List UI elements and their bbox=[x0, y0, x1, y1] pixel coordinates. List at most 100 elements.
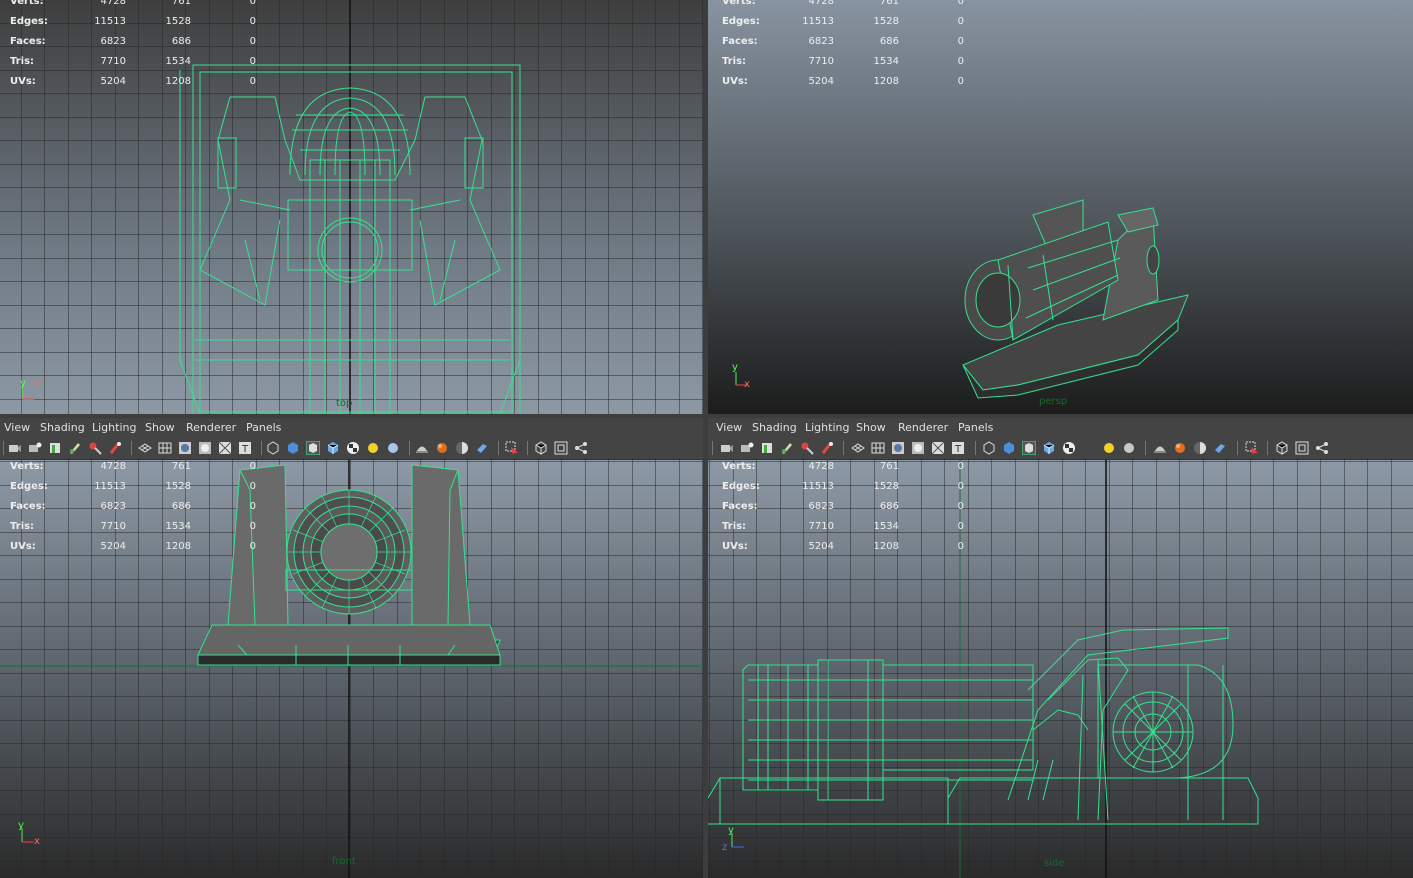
all-lights-icon[interactable] bbox=[386, 441, 400, 455]
shaded-cube-icon[interactable] bbox=[286, 441, 300, 455]
menu-lighting[interactable]: Lighting bbox=[805, 422, 849, 434]
hud-row-edges: Edges: 11513 1528 0 bbox=[708, 15, 978, 35]
grid-icon[interactable] bbox=[158, 441, 172, 455]
hud-value: 7710 bbox=[808, 56, 834, 67]
default-light-icon[interactable] bbox=[1102, 441, 1116, 455]
hud-label: Faces: bbox=[10, 36, 46, 47]
ambient-occlusion-icon[interactable] bbox=[435, 441, 449, 455]
flat-shade-icon[interactable] bbox=[198, 441, 212, 455]
side-view-panel: View Shading Lighting Show Renderer Pane… bbox=[708, 418, 1413, 878]
camera-attributes-icon[interactable] bbox=[720, 441, 734, 455]
hud-value: 0 bbox=[249, 481, 256, 492]
persp-viewport[interactable]: y x persp Verts: 4728 761 0 Edges: 11513 1528… bbox=[708, 0, 1413, 414]
texture-icon[interactable] bbox=[266, 441, 280, 455]
hud-value: 0 bbox=[957, 501, 964, 512]
grease-pencil-icon[interactable] bbox=[68, 441, 82, 455]
smooth-shade-icon[interactable] bbox=[178, 441, 192, 455]
menu-show[interactable]: Show bbox=[856, 422, 886, 434]
wireframe-icon[interactable] bbox=[138, 441, 152, 455]
axis-label-x: x bbox=[744, 379, 750, 390]
bookmark-icon[interactable] bbox=[28, 441, 42, 455]
share-icon[interactable] bbox=[574, 441, 588, 455]
menu-renderer[interactable]: Renderer bbox=[186, 422, 236, 434]
menu-view[interactable]: View bbox=[716, 422, 742, 434]
wireframe-on-shaded-icon[interactable] bbox=[306, 441, 320, 455]
shadows-icon[interactable] bbox=[415, 441, 429, 455]
grid-icon[interactable] bbox=[871, 441, 885, 455]
svg-text:T: T bbox=[954, 444, 962, 455]
axis-label-y: y bbox=[732, 362, 738, 373]
top-viewport[interactable]: y x top Verts: 4728 761 0 Edges: 11513 1528 0 … bbox=[0, 0, 703, 414]
grease-pencil-icon[interactable] bbox=[780, 441, 794, 455]
textured-cube-icon[interactable] bbox=[326, 441, 340, 455]
menu-lighting[interactable]: Lighting bbox=[92, 422, 136, 434]
menu-shading[interactable]: Shading bbox=[752, 422, 797, 434]
xray-icon[interactable]: T bbox=[238, 441, 252, 455]
render-icon[interactable] bbox=[108, 441, 122, 455]
default-light-icon[interactable] bbox=[366, 441, 380, 455]
bounding-box-icon[interactable] bbox=[218, 441, 232, 455]
menu-panels[interactable]: Panels bbox=[958, 422, 993, 434]
motion-blur-icon[interactable] bbox=[1193, 441, 1207, 455]
hud-value: 7710 bbox=[100, 56, 126, 67]
hud-label: Tris: bbox=[10, 521, 35, 532]
hud-value: 686 bbox=[171, 501, 191, 512]
wireframe-on-shaded-icon[interactable] bbox=[1022, 441, 1036, 455]
ambient-occlusion-icon[interactable] bbox=[1173, 441, 1187, 455]
maya-four-view-layout: y x top Verts: 4728 761 0 Edges: 11513 1528 0 … bbox=[0, 0, 1413, 878]
layout-four-icon[interactable] bbox=[554, 441, 568, 455]
hud-row-tris: Tris: 7710 1534 0 bbox=[708, 55, 978, 75]
xray-joints-icon[interactable] bbox=[1275, 441, 1289, 455]
front-view-panel: View Shading Lighting Show Renderer Pane… bbox=[0, 418, 703, 878]
motion-blur-icon[interactable] bbox=[455, 441, 469, 455]
checker-icon[interactable] bbox=[346, 441, 360, 455]
front-viewport[interactable]: y x front Verts: 4728 761 0 Edges: 11513 1528… bbox=[0, 460, 703, 878]
menu-renderer[interactable]: Renderer bbox=[898, 422, 948, 434]
all-lights-icon[interactable] bbox=[1122, 441, 1136, 455]
hud-label: Edges: bbox=[10, 481, 48, 492]
hud-label: Edges: bbox=[10, 16, 48, 27]
isolate-select-icon[interactable] bbox=[505, 441, 519, 455]
flat-shade-icon[interactable] bbox=[911, 441, 925, 455]
hud-value: 0 bbox=[249, 521, 256, 532]
bookmark-icon[interactable] bbox=[740, 441, 754, 455]
panel-toolbar: T bbox=[0, 438, 703, 460]
shadows-icon[interactable] bbox=[1153, 441, 1167, 455]
menu-panels[interactable]: Panels bbox=[246, 422, 281, 434]
hud-value: 5204 bbox=[808, 541, 834, 552]
textured-cube-icon[interactable] bbox=[1042, 441, 1056, 455]
hud-label: Tris: bbox=[10, 56, 35, 67]
menu-view[interactable]: View bbox=[4, 422, 30, 434]
checker-icon[interactable] bbox=[1062, 441, 1076, 455]
hud-row-tris: Tris: 7710 1534 0 bbox=[0, 520, 270, 540]
image-plane-icon[interactable] bbox=[760, 441, 774, 455]
anti-aliasing-icon[interactable] bbox=[1213, 441, 1227, 455]
wireframe-icon[interactable] bbox=[851, 441, 865, 455]
layout-four-icon[interactable] bbox=[1295, 441, 1309, 455]
xray-joints-icon[interactable] bbox=[534, 441, 548, 455]
hud-value: 761 bbox=[879, 461, 899, 472]
menu-show[interactable]: Show bbox=[145, 422, 175, 434]
shaded-cube-icon[interactable] bbox=[1002, 441, 1016, 455]
render-icon[interactable] bbox=[820, 441, 834, 455]
hud-label: Faces: bbox=[722, 36, 758, 47]
hud-row-verts: Verts: 4728 761 0 bbox=[0, 0, 270, 15]
texture-icon[interactable] bbox=[982, 441, 996, 455]
hud-value: 11513 bbox=[94, 481, 126, 492]
top-view-panel: y x top Verts: 4728 761 0 Edges: 11513 1528 0 … bbox=[0, 0, 703, 414]
share-icon[interactable] bbox=[1315, 441, 1329, 455]
image-plane-icon[interactable] bbox=[48, 441, 62, 455]
hud-value: 1208 bbox=[165, 541, 191, 552]
bounding-box-icon[interactable] bbox=[931, 441, 945, 455]
smooth-shade-icon[interactable] bbox=[891, 441, 905, 455]
camera-attributes-icon[interactable] bbox=[8, 441, 22, 455]
anti-aliasing-icon[interactable] bbox=[475, 441, 489, 455]
isolate-select-icon[interactable] bbox=[1245, 441, 1259, 455]
menu-shading[interactable]: Shading bbox=[40, 422, 85, 434]
side-viewport[interactable]: y z side Verts: 4728 761 0 Edges: 11513 1528 0… bbox=[708, 460, 1413, 878]
2d-pan-zoom-icon[interactable] bbox=[88, 441, 102, 455]
xray-icon[interactable]: T bbox=[951, 441, 965, 455]
hud-row-faces: Faces: 6823 686 0 bbox=[708, 35, 978, 55]
hud-value: 4728 bbox=[100, 0, 126, 7]
2d-pan-zoom-icon[interactable] bbox=[800, 441, 814, 455]
